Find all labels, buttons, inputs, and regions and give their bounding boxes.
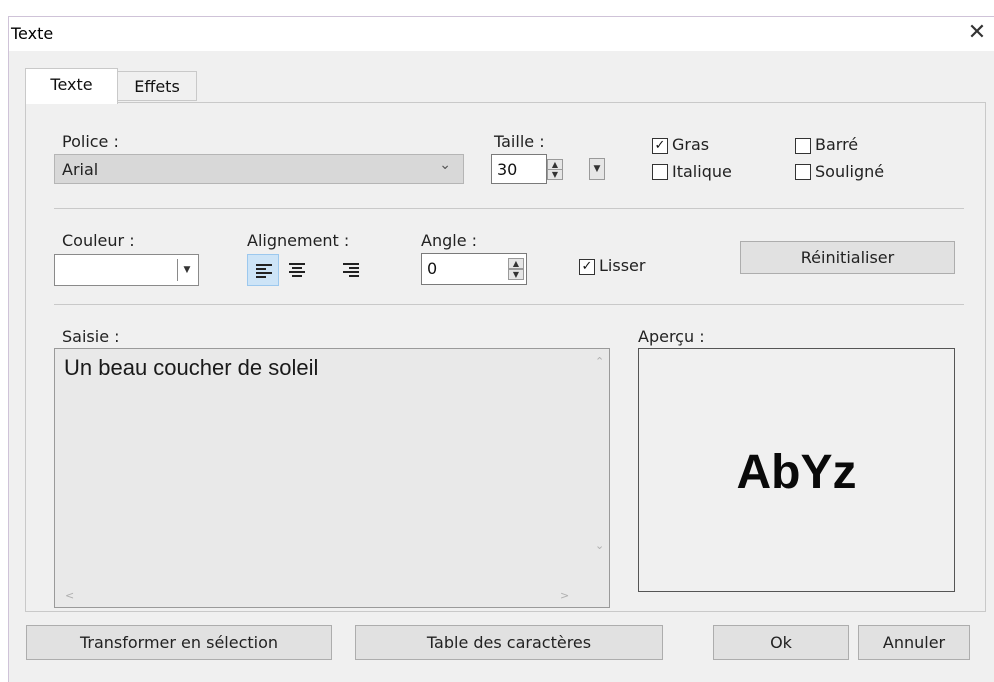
vertical-scrollbar[interactable]: ⌃ ⌄ <box>591 349 609 579</box>
window-title: Texte <box>11 24 54 43</box>
checkmark-icon: ✓ <box>654 138 666 153</box>
cancel-button[interactable]: Annuler <box>858 625 970 660</box>
underline-label: Souligné <box>815 162 885 181</box>
separator <box>54 208 964 209</box>
transform-selection-button[interactable]: Transformer en sélection <box>26 625 332 660</box>
bold-checkbox[interactable]: ✓ <box>652 138 668 154</box>
chevron-down-icon: ▼ <box>177 259 196 281</box>
title-bar: Texte ✕ <box>9 17 994 51</box>
strike-label: Barré <box>815 135 859 154</box>
align-center-button[interactable] <box>281 254 313 286</box>
strike-checkbox[interactable] <box>795 138 811 154</box>
scroll-left-icon[interactable]: < <box>65 589 74 602</box>
text-dialog: Texte ✕ Texte Effets Police : Arial ⌄ Ta… <box>8 16 994 682</box>
horizontal-scrollbar[interactable]: < > <box>55 587 592 607</box>
smooth-checkbox[interactable]: ✓ <box>579 259 595 275</box>
ok-button[interactable]: Ok <box>713 625 849 660</box>
angle-label: Angle : <box>421 231 478 250</box>
align-left-icon <box>256 264 272 278</box>
size-dropdown-button[interactable]: ▼ <box>589 158 605 180</box>
scroll-down-icon[interactable]: ⌄ <box>595 539 604 552</box>
tab-effets[interactable]: Effets <box>117 71 197 101</box>
alignment-label: Alignement : <box>247 231 350 250</box>
preview-sample: AbYz <box>736 446 857 499</box>
reset-button[interactable]: Réinitialiser <box>740 241 955 274</box>
align-left-button[interactable] <box>247 254 279 286</box>
scroll-right-icon[interactable]: > <box>560 589 569 602</box>
spin-down-icon[interactable]: ▼ <box>508 269 524 280</box>
underline-checkbox[interactable] <box>795 164 811 180</box>
text-input-area[interactable]: Un beau coucher de soleil ⌃ ⌄ < > <box>54 348 610 608</box>
align-center-icon <box>289 263 305 277</box>
chevron-down-icon: ⌄ <box>439 157 451 173</box>
angle-value: 0 <box>427 259 438 278</box>
bold-label: Gras <box>672 135 710 154</box>
spin-up-icon[interactable]: ▲ <box>508 258 524 269</box>
align-right-icon <box>343 263 359 277</box>
text-input-content: Un beau coucher de soleil <box>64 355 319 380</box>
italic-label: Italique <box>672 162 732 181</box>
smooth-label: Lisser <box>599 256 646 275</box>
spin-down-icon[interactable]: ▼ <box>547 169 563 180</box>
font-select[interactable]: Arial ⌄ <box>54 154 464 184</box>
font-label: Police : <box>62 132 119 151</box>
size-label: Taille : <box>494 132 545 151</box>
close-icon[interactable]: ✕ <box>964 19 990 47</box>
checkmark-icon: ✓ <box>581 259 593 274</box>
size-value: 30 <box>497 160 518 179</box>
character-table-button[interactable]: Table des caractères <box>355 625 663 660</box>
font-value: Arial <box>62 160 99 179</box>
input-label: Saisie : <box>62 327 120 346</box>
preview-box: AbYz <box>638 348 955 592</box>
size-input[interactable]: 30 ▲ ▼ <box>491 154 563 184</box>
preview-label: Aperçu : <box>638 327 705 346</box>
scroll-up-icon[interactable]: ⌃ <box>595 355 604 368</box>
angle-input[interactable]: 0 ▲ ▼ <box>421 253 527 285</box>
separator <box>54 304 964 305</box>
color-label: Couleur : <box>62 231 135 250</box>
color-select[interactable]: ▼ <box>54 254 199 286</box>
tab-texte[interactable]: Texte <box>25 68 118 104</box>
italic-checkbox[interactable] <box>652 164 668 180</box>
align-right-button[interactable] <box>335 254 367 286</box>
